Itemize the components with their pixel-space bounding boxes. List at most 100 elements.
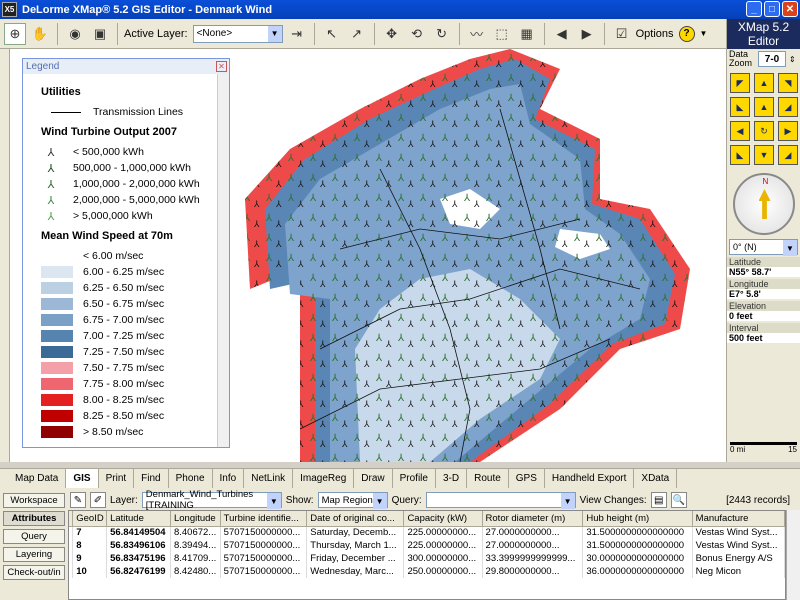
pan-left-top-icon[interactable]: ◣	[730, 97, 750, 117]
tab-draw[interactable]: Draw	[354, 469, 393, 488]
pan-up-icon[interactable]: ▲	[754, 73, 774, 93]
recenter-icon[interactable]: ↻	[754, 121, 774, 141]
save-icon[interactable]: ✎	[70, 492, 86, 508]
globe-layers-icon[interactable]: ◉	[64, 23, 86, 45]
grid-icon[interactable]: ▦	[516, 23, 538, 45]
hand-pan-icon[interactable]: ✋	[29, 23, 51, 45]
select-edit-icon[interactable]: ↗	[346, 23, 368, 45]
tab-map-data[interactable]: Map Data	[8, 469, 67, 488]
wind-speed-swatch	[41, 410, 73, 422]
pan-down-right-icon[interactable]: ◢	[778, 145, 798, 165]
view-changes-icon[interactable]: ▤	[650, 492, 667, 508]
column-header[interactable]: GeoID	[72, 511, 108, 527]
longitude-label: Longitude	[727, 279, 800, 289]
edit-icon[interactable]: ✐	[90, 492, 106, 508]
tab-profile[interactable]: Profile	[393, 469, 436, 488]
tab-xdata[interactable]: XData	[634, 469, 678, 488]
tab-3-d[interactable]: 3-D	[436, 469, 468, 488]
zoom-label: Data Zoom	[729, 49, 753, 68]
column-header[interactable]: Turbine identifie...	[220, 511, 308, 527]
resize-icon[interactable]: ⟲	[406, 23, 428, 45]
chevron-down-icon[interactable]: ▼	[700, 29, 708, 38]
polygon-select-icon[interactable]: ⬚	[491, 23, 513, 45]
attributes-button[interactable]: Attributes	[3, 511, 65, 526]
column-header[interactable]: Longitude	[170, 511, 221, 527]
column-header[interactable]: Capacity (kW)	[403, 511, 483, 527]
legend-item-label: 8.00 - 8.25 m/sec	[83, 394, 165, 406]
target-icon[interactable]: ⊕	[4, 22, 26, 45]
active-layer-select[interactable]: <None> ▼	[192, 24, 283, 43]
forward-arrow-icon[interactable]: ▶	[576, 23, 598, 45]
line-draw-icon[interactable]: 〰	[466, 23, 488, 45]
table-row[interactable]: 7 56.84149504 8.40672... 5707150000000... Sa…	[69, 526, 785, 539]
rotate-icon[interactable]: ↻	[431, 23, 453, 45]
table-row[interactable]: 9 56.83475196 8.41709... 5707150000000... Fr…	[69, 552, 785, 565]
table-cell: 36.0000000000000000	[582, 565, 693, 578]
check-out-in-button[interactable]: Check-out/in	[3, 565, 65, 580]
heading-select[interactable]: 0° (N) ▼	[729, 239, 798, 256]
compass-rose[interactable]: N	[732, 173, 795, 235]
minimize-button[interactable]: _	[746, 1, 762, 17]
legend-scrollbar[interactable]	[217, 74, 229, 447]
tab-netlink[interactable]: NetLink	[244, 469, 294, 488]
pan-up-center-icon[interactable]: ▲	[754, 97, 774, 117]
legend-item: ⅄ 500,000 - 1,000,000 kWh	[41, 160, 218, 176]
tilt-icon[interactable]: ◤	[730, 73, 750, 93]
tab-imagereg[interactable]: ImageReg	[293, 469, 355, 488]
pan-right-top-icon[interactable]: ◢	[778, 97, 798, 117]
pan-down-icon[interactable]: ▼	[754, 145, 774, 165]
pan-right-icon[interactable]: ▶	[778, 121, 798, 141]
query-select[interactable]: ▼	[425, 492, 576, 509]
close-button[interactable]: ✕	[782, 1, 798, 17]
table-cell: 56.83496106	[106, 539, 171, 552]
zoom-value[interactable]: 7-0	[758, 51, 786, 67]
column-header[interactable]: Hub height (m)	[582, 511, 693, 527]
query-button[interactable]: Query	[3, 529, 65, 544]
network-icon[interactable]: ▣	[89, 23, 111, 45]
legend-window[interactable]: Legend ✕ Utilities Transmission Lines Wind…	[22, 58, 230, 448]
table-scrollbar[interactable]	[786, 510, 800, 600]
options-button[interactable]: Options	[636, 28, 674, 40]
tab-print[interactable]: Print	[99, 469, 135, 488]
layer-select[interactable]: Denmark_Wind_Turbines [TRAINING ▼	[141, 489, 282, 511]
table-cell: 5707150000000...	[220, 552, 308, 565]
zoom-stepper[interactable]: ⇕	[789, 55, 796, 64]
layering-button[interactable]: Layering	[3, 547, 65, 562]
turbine-icon: ⅄	[47, 146, 55, 159]
tilt-right-icon[interactable]: ◥	[778, 73, 798, 93]
tab-phone[interactable]: Phone	[169, 469, 213, 488]
column-header[interactable]: Latitude	[106, 511, 171, 527]
close-icon[interactable]: ✕	[216, 61, 227, 72]
legend-item: 7.00 - 7.25 m/sec	[41, 328, 218, 344]
tab-handheld-export[interactable]: Handheld Export	[545, 469, 635, 488]
attributes-table[interactable]: GeoID Latitude Longitude Turbine identifie.…	[68, 510, 786, 600]
table-body: 7 56.84149504 8.40672... 5707150000000... Sa…	[69, 526, 785, 578]
table-row[interactable]: 10 56.82476199 8.42480... 5707150000000... W…	[69, 565, 785, 578]
column-header[interactable]: Rotor diameter (m)	[482, 511, 584, 527]
left-collapse-strip[interactable]	[0, 49, 10, 462]
table-cell: 250.00000000...	[403, 565, 483, 578]
pan-down-left-icon[interactable]: ◣	[730, 145, 750, 165]
maximize-button[interactable]: □	[764, 1, 780, 17]
tab-route[interactable]: Route	[467, 469, 509, 488]
select-arrow-icon[interactable]: ↖	[321, 23, 343, 45]
options-icon[interactable]: ☑	[611, 23, 633, 45]
layer-arrow-icon[interactable]: ⇥	[286, 23, 308, 45]
workspace-button[interactable]: Workspace	[3, 493, 65, 508]
tab-gis[interactable]: GIS	[66, 469, 99, 488]
back-arrow-icon[interactable]: ◀	[551, 23, 573, 45]
latitude-label: Latitude	[727, 257, 800, 267]
zoom-to-icon[interactable]: 🔍	[670, 492, 687, 508]
tab-gps[interactable]: GPS	[509, 469, 545, 488]
move-icon[interactable]: ✥	[381, 23, 403, 45]
column-header[interactable]: Manufacture	[692, 511, 785, 527]
show-select[interactable]: Map Region ▼	[317, 492, 388, 509]
tab-info[interactable]: Info	[213, 469, 245, 488]
column-header[interactable]: Date of original co...	[306, 511, 405, 527]
active-layer-label: Active Layer:	[124, 27, 188, 40]
tab-find[interactable]: Find	[134, 469, 169, 488]
chevron-down-icon: ▼	[560, 493, 575, 509]
table-row[interactable]: 8 56.83496106 8.39494... 5707150000000... Th…	[69, 539, 785, 552]
pan-left-icon[interactable]: ◀	[730, 121, 750, 141]
help-icon[interactable]: ?	[678, 25, 695, 42]
